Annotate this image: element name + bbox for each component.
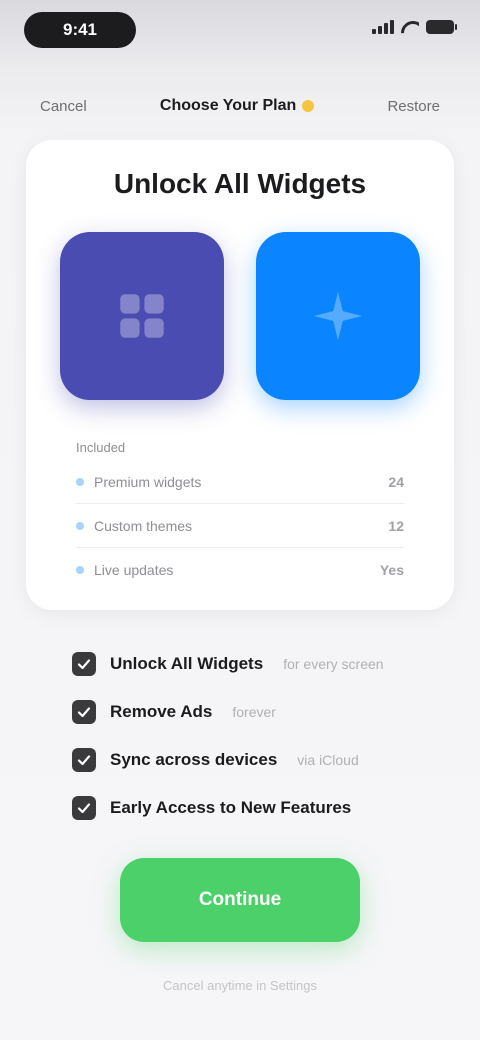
stat-list: Included Premium widgets 24 Custom theme… [76,440,404,592]
crown-icon [302,100,315,112]
battery-icon [426,20,457,34]
stat-value: Yes [379,562,404,578]
card-title: Unlock All Widgets [113,168,367,199]
stat-value: 24 [388,473,404,490]
stat-label: Premium widgets [94,473,202,490]
grid-icon [120,294,164,338]
checkmark-icon [72,700,96,724]
stat-row: Premium widgets 24 [76,460,404,504]
status-icons [372,20,457,34]
checkmark-icon [72,652,96,676]
status-time: 9:41 [24,12,136,48]
sparkle-icon [313,291,363,341]
feature-sub: forever [232,704,276,720]
page-title: Choose Your Plan [159,97,315,115]
list-item: Sync across devices via iCloud [72,736,412,784]
list-item: Remove Ads forever [72,688,412,736]
signal-icon [372,20,394,34]
bullet-icon [76,521,84,530]
feature-label: Unlock All Widgets [110,654,264,673]
feature-sub: for every screen [283,656,384,672]
stat-label: Custom themes [94,517,193,534]
stat-value: 12 [388,517,404,534]
stat-label: Live updates [94,562,174,578]
feature-checklist: Unlock All Widgets for every screen Remo… [72,640,412,832]
feature-label: Sync across devices [110,750,278,769]
feature-label: Remove Ads [110,702,213,721]
list-item: Early Access to New Features [72,784,412,832]
list-item: Unlock All Widgets for every screen [72,640,412,688]
bullet-icon [76,566,84,574]
stat-header: Included [76,440,126,455]
top-nav: Cancel Choose Your Plan Restore [18,70,462,142]
bullet-icon [76,477,84,486]
footer-note: Cancel anytime in Settings [163,978,317,993]
page-title-text: Choose Your Plan [159,97,297,114]
cancel-link[interactable]: Cancel [40,98,87,115]
checkmark-icon [72,748,96,772]
checkmark-icon [72,796,96,820]
plan-tile-left[interactable] [60,232,224,400]
stat-row: Live updates Yes [76,548,404,592]
stat-row: Custom themes 12 [76,504,404,548]
plan-tile-right[interactable] [256,232,420,400]
continue-button[interactable]: Continue [120,858,360,942]
feature-sub: via iCloud [297,752,359,768]
wifi-icon [401,21,419,34]
feature-label: Early Access to New Features [110,798,352,817]
restore-link[interactable]: Restore [387,98,440,115]
status-bar: 9:41 [0,0,480,62]
